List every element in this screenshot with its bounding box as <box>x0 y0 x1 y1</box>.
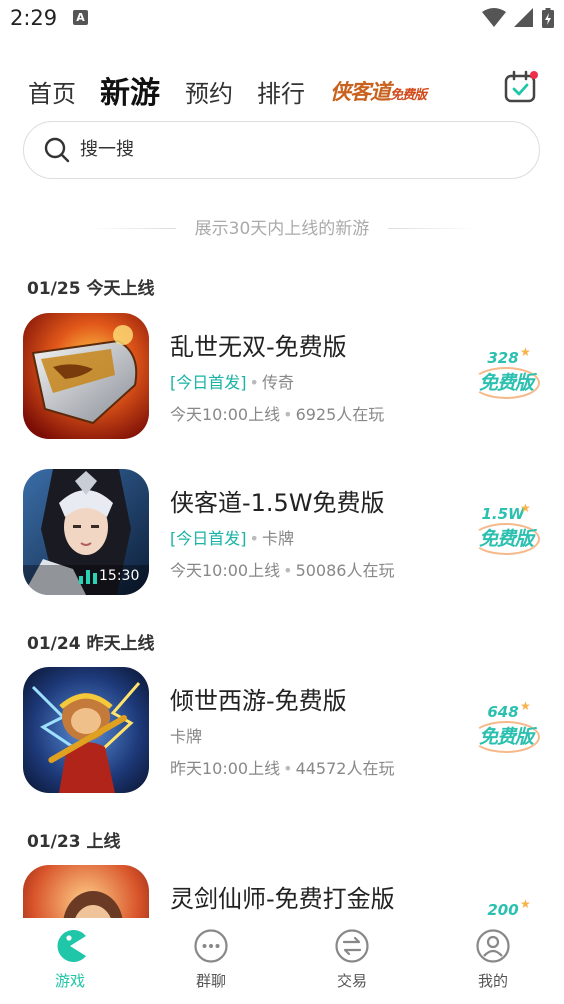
game-meta: 昨天10:00上线 • 44572人在玩 <box>170 755 394 779</box>
game-title: 灵剑仙师-免费打金版 <box>170 885 395 913</box>
free-version-badge[interactable]: 200 ★ <box>470 897 542 918</box>
game-title: 倾世西游-免费版 <box>170 687 347 715</box>
star-icon: ★ <box>520 501 531 515</box>
game-tags: [今日首发] • 传奇 <box>170 369 294 393</box>
hint-divider-left <box>88 228 176 229</box>
bottom-nav-games[interactable]: 游戏 <box>20 928 120 991</box>
free-version-badge[interactable]: 648 ★ 免费版 <box>470 699 542 759</box>
promo-logo-sub: 免费版 <box>390 88 427 103</box>
top-nav: 首页 新游 预约 排行 侠客道免费版 <box>0 62 564 112</box>
pacman-icon <box>57 930 86 962</box>
chat-dots-icon <box>194 929 228 963</box>
star-icon: ★ <box>520 699 531 713</box>
game-icon-qingshi <box>23 667 149 793</box>
tab-ranking[interactable]: 排行 <box>257 74 305 109</box>
status-indicators <box>482 8 554 28</box>
bottom-nav-chat[interactable]: 群聊 <box>161 928 261 991</box>
status-time: 2:29 <box>10 6 58 30</box>
bottom-nav-label: 群聊 <box>195 972 226 990</box>
promo-logo-text: 侠客道 <box>330 80 391 104</box>
calendar-check-icon[interactable] <box>504 70 538 104</box>
exchange-icon <box>335 929 369 963</box>
tab-new-games[interactable]: 新游 <box>100 68 160 112</box>
bottom-nav-label: 交易 <box>336 972 367 990</box>
free-version-badge[interactable]: 1.5W ★ 免费版 <box>470 501 542 561</box>
separator-dot: • <box>283 561 293 580</box>
user-icon <box>476 929 510 963</box>
star-icon: ★ <box>520 345 531 359</box>
separator-dot: • <box>249 529 259 548</box>
bottom-nav: 游戏 群聊 交易 我的 <box>0 918 564 1004</box>
hint-divider-right <box>388 228 476 229</box>
game-icon-lingjian <box>23 865 149 918</box>
game-tags: [今日首发] • 卡牌 <box>170 525 294 549</box>
date-header: 01/25 今天上线 <box>27 279 155 299</box>
separator-dot: • <box>283 405 293 424</box>
badge-free-label: 免费版 <box>472 523 540 555</box>
badge-free-label: 免费版 <box>472 721 540 753</box>
game-list-item[interactable]: 乱世无双-免费版 [今日首发] • 传奇 今天10:00上线 • 6925人在玩 328… <box>0 313 564 443</box>
game-meta: 今天10:00上线 • 50086人在玩 <box>170 557 394 581</box>
game-title: 乱世无双-免费版 <box>170 333 347 361</box>
promo-logo[interactable]: 侠客道免费版 <box>330 76 427 106</box>
player-count: 44572人在玩 <box>295 759 395 778</box>
wifi-icon <box>482 8 506 27</box>
game-genre: 传奇 <box>261 373 294 392</box>
new-games-hint: 展示30天内上线的新游 <box>0 216 564 242</box>
status-bar: 2:29 A <box>0 0 564 40</box>
separator-dot: • <box>283 759 293 778</box>
game-tags: 卡牌 <box>170 723 202 747</box>
bottom-nav-profile[interactable]: 我的 <box>443 928 543 991</box>
signal-icon <box>514 8 533 27</box>
search-input[interactable] <box>80 122 480 177</box>
game-genre: 卡牌 <box>261 529 294 548</box>
game-list-item[interactable]: 15:30 侠客道-1.5W免费版 [今日首发] • 卡牌 今天10:00上线 • 50… <box>0 469 564 599</box>
bottom-nav-label: 我的 <box>477 972 508 990</box>
hint-text: 展示30天内上线的新游 <box>194 219 370 239</box>
battery-icon <box>542 8 554 28</box>
bottom-nav-trade[interactable]: 交易 <box>302 928 402 991</box>
search-icon <box>44 137 70 163</box>
notification-icon: A <box>73 10 88 25</box>
first-release-tag: [今日首发] <box>170 373 247 392</box>
player-count: 6925人在玩 <box>295 405 385 424</box>
online-time: 昨天10:00上线 <box>170 759 281 778</box>
first-release-tag: [今日首发] <box>170 529 247 548</box>
tab-reserve[interactable]: 预约 <box>185 74 233 109</box>
date-header: 01/24 昨天上线 <box>27 634 155 654</box>
game-genre: 卡牌 <box>170 727 203 746</box>
search-box[interactable] <box>23 121 540 179</box>
video-duration: 15:30 <box>99 568 140 584</box>
online-time: 今天10:00上线 <box>170 405 281 424</box>
badge-free-label: 免费版 <box>472 367 540 399</box>
star-icon: ★ <box>520 897 531 911</box>
game-icon-xiakedao: 15:30 <box>23 469 149 595</box>
separator-dot: • <box>249 373 259 392</box>
video-bars-icon <box>79 570 97 584</box>
game-title: 侠客道-1.5W免费版 <box>170 489 385 517</box>
tab-home[interactable]: 首页 <box>28 74 76 109</box>
bottom-nav-label: 游戏 <box>54 972 85 990</box>
date-header: 01/23 上线 <box>27 832 121 852</box>
game-meta: 今天10:00上线 • 6925人在玩 <box>170 401 384 425</box>
game-icon-luanshi <box>23 313 149 439</box>
game-list-item[interactable]: 灵剑仙师-免费打金版 200 ★ <box>0 865 564 918</box>
online-time: 今天10:00上线 <box>170 561 281 580</box>
game-list-item[interactable]: 倾世西游-免费版 卡牌 昨天10:00上线 • 44572人在玩 648 ★ 免费版 <box>0 667 564 797</box>
free-version-badge[interactable]: 328 ★ 免费版 <box>470 345 542 405</box>
player-count: 50086人在玩 <box>295 561 395 580</box>
video-indicator: 15:30 <box>79 568 139 584</box>
